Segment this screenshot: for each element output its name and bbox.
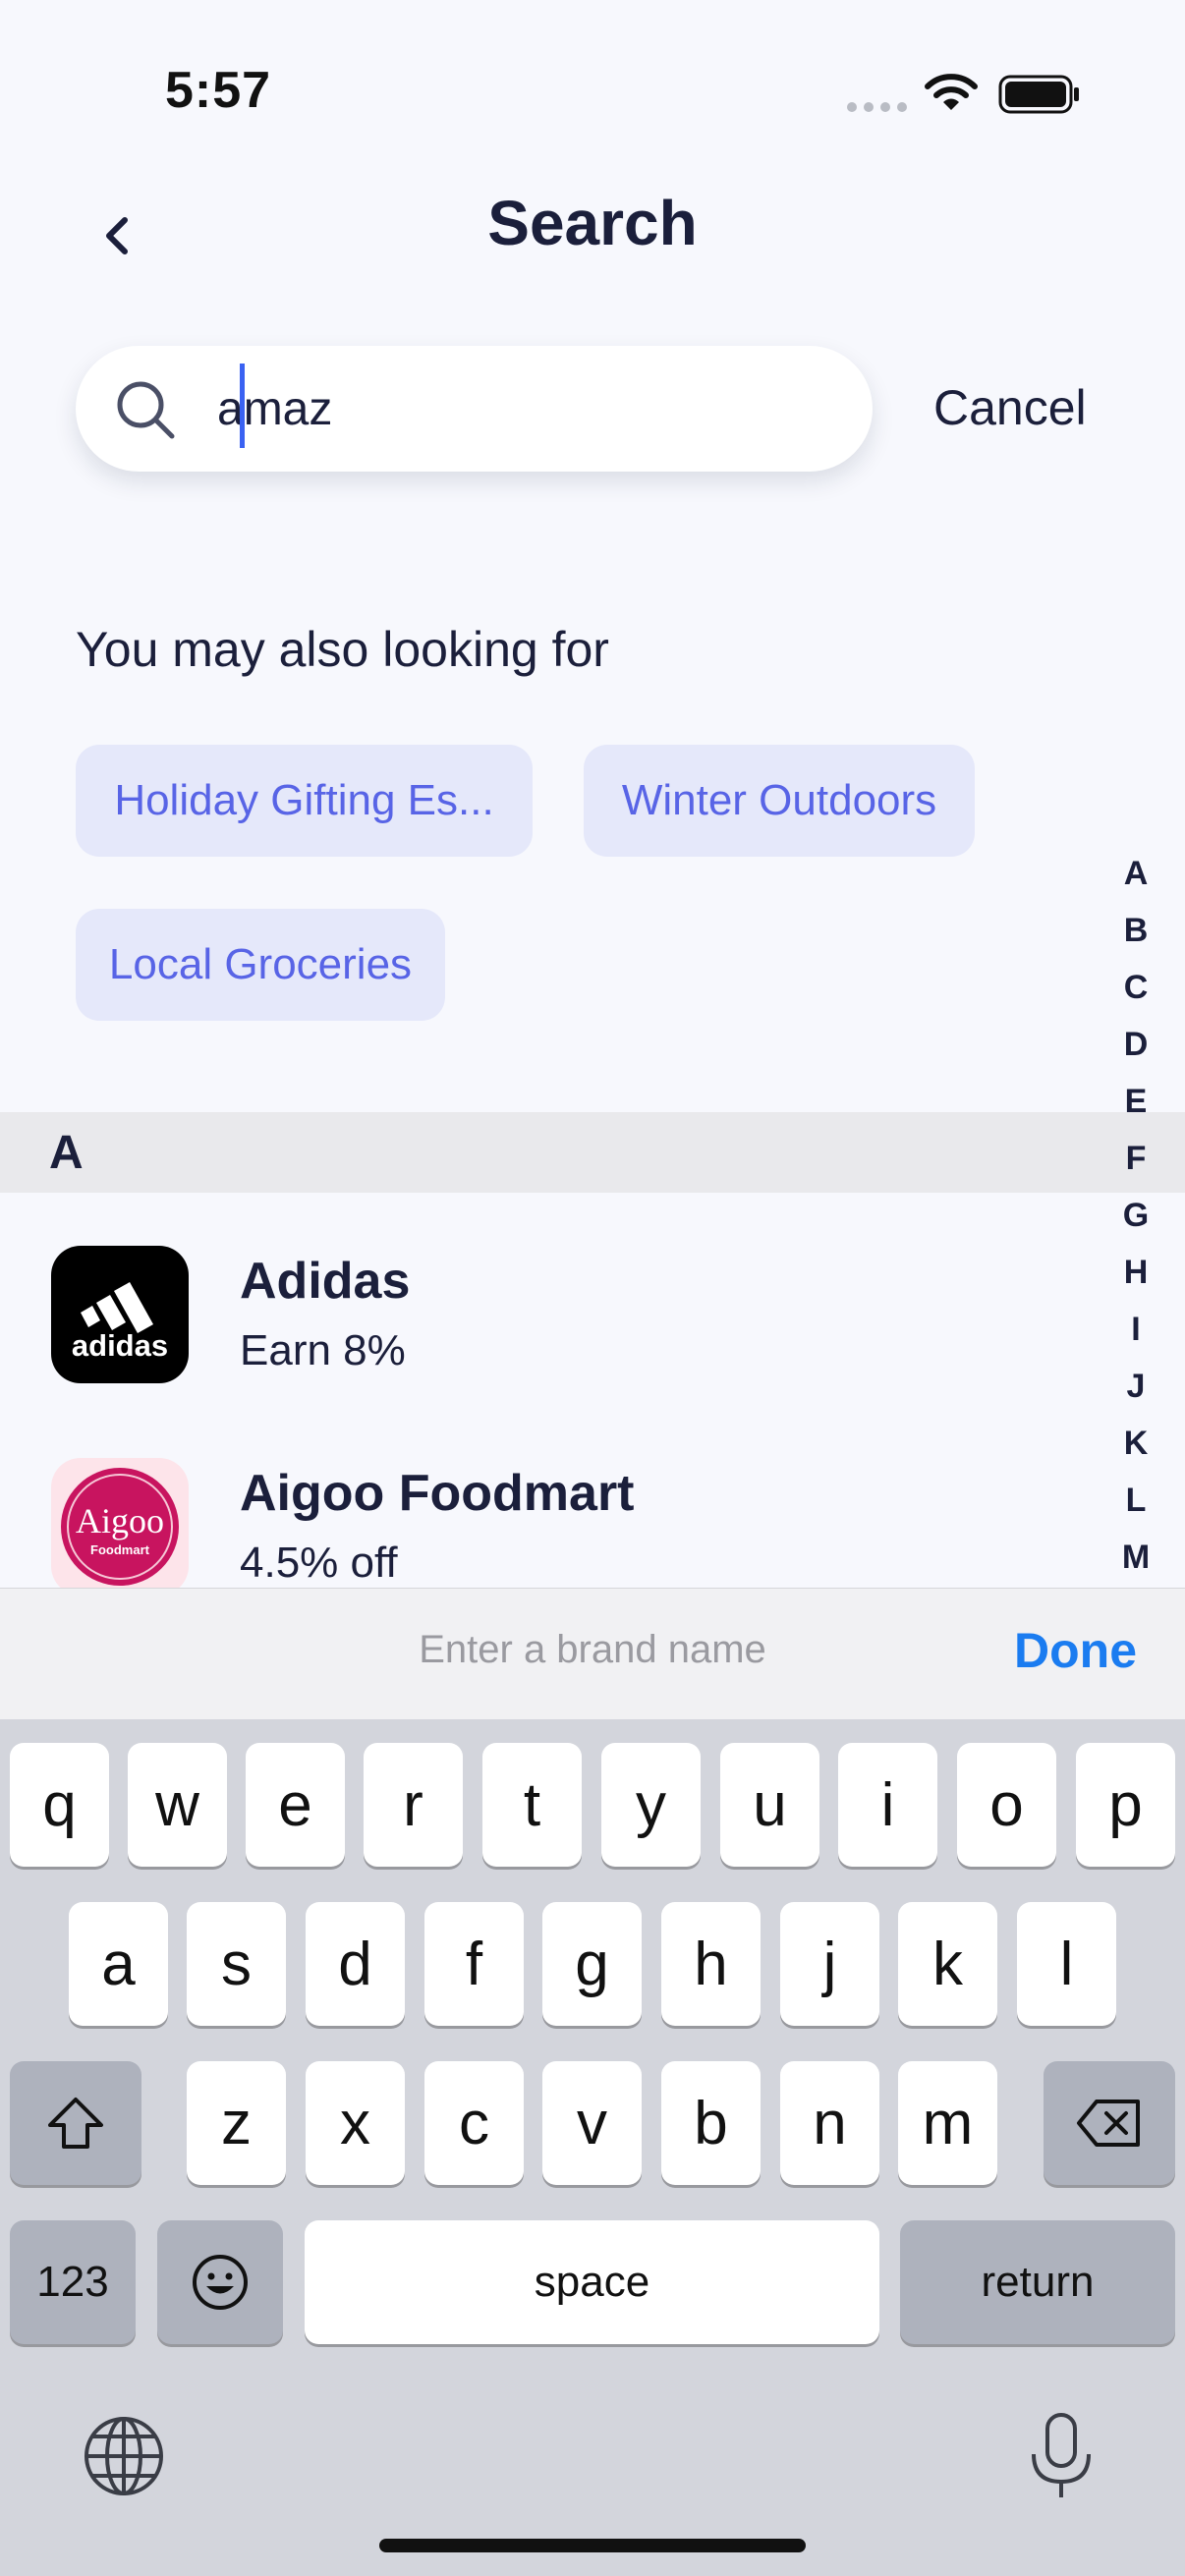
key-e[interactable]: e bbox=[246, 1743, 345, 1867]
alpha-index-letter[interactable]: D bbox=[1110, 1016, 1161, 1073]
alpha-index-letter[interactable]: F bbox=[1110, 1130, 1161, 1187]
aigoo-logo-subtext: Foodmart bbox=[90, 1542, 150, 1557]
alpha-index-letter[interactable]: L bbox=[1110, 1472, 1161, 1529]
key-h[interactable]: h bbox=[661, 1902, 761, 2026]
suggestion-chip[interactable]: Winter Outdoors bbox=[584, 745, 975, 857]
backspace-icon bbox=[1077, 2100, 1140, 2147]
aigoo-logo-text: Aigoo bbox=[76, 1501, 164, 1540]
back-button[interactable] bbox=[83, 196, 151, 275]
space-key[interactable]: space bbox=[305, 2220, 879, 2344]
key-o[interactable]: o bbox=[957, 1743, 1056, 1867]
search-box[interactable] bbox=[76, 346, 873, 472]
keyboard-accessory-bar: Enter a brand name Done bbox=[0, 1588, 1185, 1719]
shift-icon bbox=[48, 2098, 103, 2149]
status-time: 5:57 bbox=[165, 62, 272, 119]
globe-icon[interactable] bbox=[83, 2415, 165, 2502]
done-button[interactable]: Done bbox=[1014, 1622, 1137, 1679]
suggestion-chip[interactable]: Local Groceries bbox=[76, 909, 445, 1021]
suggestions-heading: You may also looking for bbox=[76, 622, 609, 677]
brand-name: Aigoo Foodmart bbox=[240, 1465, 635, 1522]
key-n[interactable]: n bbox=[780, 2061, 879, 2185]
alpha-index-letter[interactable]: J bbox=[1110, 1358, 1161, 1415]
key-i[interactable]: i bbox=[838, 1743, 937, 1867]
key-s[interactable]: s bbox=[187, 1902, 286, 2026]
key-q[interactable]: q bbox=[10, 1743, 109, 1867]
section-header: A bbox=[0, 1112, 1185, 1193]
page-title: Search bbox=[487, 188, 698, 258]
key-m[interactable]: m bbox=[898, 2061, 997, 2185]
alpha-index-letter[interactable]: C bbox=[1110, 959, 1161, 1016]
cellular-signal-icon bbox=[847, 102, 907, 112]
key-a[interactable]: a bbox=[69, 1902, 168, 2026]
chevron-left-icon bbox=[106, 217, 128, 254]
cancel-button[interactable]: Cancel bbox=[933, 379, 1087, 436]
alpha-index-letter[interactable]: H bbox=[1110, 1244, 1161, 1301]
key-c[interactable]: c bbox=[424, 2061, 524, 2185]
numbers-key[interactable]: 123 bbox=[10, 2220, 136, 2344]
return-key[interactable]: return bbox=[900, 2220, 1175, 2344]
key-f[interactable]: f bbox=[424, 1902, 524, 2026]
alphabet-index[interactable]: A B C D E F G H I J K L M bbox=[1110, 845, 1161, 1586]
alpha-index-letter[interactable]: G bbox=[1110, 1187, 1161, 1244]
key-r[interactable]: r bbox=[364, 1743, 463, 1867]
battery-icon bbox=[998, 75, 1081, 119]
brand-row-adidas[interactable]: adidas Adidas Earn 8% bbox=[0, 1246, 1091, 1442]
text-caret bbox=[240, 364, 245, 448]
key-y[interactable]: y bbox=[601, 1743, 701, 1867]
emoji-key[interactable] bbox=[157, 2220, 283, 2344]
key-k[interactable]: k bbox=[898, 1902, 997, 2026]
key-l[interactable]: l bbox=[1017, 1902, 1116, 2026]
key-j[interactable]: j bbox=[780, 1902, 879, 2026]
microphone-icon[interactable] bbox=[1026, 2411, 1097, 2506]
shift-key[interactable] bbox=[10, 2061, 141, 2185]
search-input[interactable] bbox=[217, 369, 807, 448]
aigoo-logo-icon: Aigoo Foodmart bbox=[51, 1458, 189, 1588]
section-letter: A bbox=[49, 1127, 84, 1179]
adidas-logo-icon: adidas bbox=[51, 1246, 189, 1383]
alpha-index-letter[interactable]: M bbox=[1110, 1529, 1161, 1586]
key-b[interactable]: b bbox=[661, 2061, 761, 2185]
alpha-index-letter[interactable]: B bbox=[1110, 902, 1161, 959]
emoji-icon bbox=[193, 2255, 248, 2310]
wifi-icon bbox=[924, 73, 979, 117]
key-z[interactable]: z bbox=[187, 2061, 286, 2185]
key-x[interactable]: x bbox=[306, 2061, 405, 2185]
delete-key[interactable] bbox=[1044, 2061, 1175, 2185]
brand-offer: 4.5% off bbox=[240, 1539, 398, 1587]
alpha-index-letter[interactable]: K bbox=[1110, 1415, 1161, 1472]
keyboard: q w e r t y u i o p a s d f g h j k l z … bbox=[0, 1719, 1185, 2576]
key-g[interactable]: g bbox=[542, 1902, 642, 2026]
suggestion-chip[interactable]: Holiday Gifting Es... bbox=[76, 745, 533, 857]
brand-list: adidas Adidas Earn 8% Aigoo Foodmart Aig… bbox=[0, 1193, 1185, 1588]
key-v[interactable]: v bbox=[542, 2061, 642, 2185]
home-indicator bbox=[379, 2539, 806, 2552]
key-t[interactable]: t bbox=[482, 1743, 582, 1867]
brand-offer: Earn 8% bbox=[240, 1326, 406, 1374]
key-d[interactable]: d bbox=[306, 1902, 405, 2026]
alpha-index-letter[interactable]: E bbox=[1110, 1073, 1161, 1130]
alpha-index-letter[interactable]: A bbox=[1110, 845, 1161, 902]
search-icon bbox=[115, 379, 178, 447]
key-p[interactable]: p bbox=[1076, 1743, 1175, 1867]
brand-name: Adidas bbox=[240, 1253, 411, 1310]
alpha-index-letter[interactable]: I bbox=[1110, 1301, 1161, 1358]
key-w[interactable]: w bbox=[128, 1743, 227, 1867]
adidas-logo-text: adidas bbox=[72, 1328, 168, 1363]
brand-row-aigoo-foodmart[interactable]: Aigoo Foodmart Aigoo Foodmart 4.5% off bbox=[0, 1458, 1091, 1588]
key-u[interactable]: u bbox=[720, 1743, 819, 1867]
accessory-placeholder: Enter a brand name bbox=[419, 1628, 766, 1671]
